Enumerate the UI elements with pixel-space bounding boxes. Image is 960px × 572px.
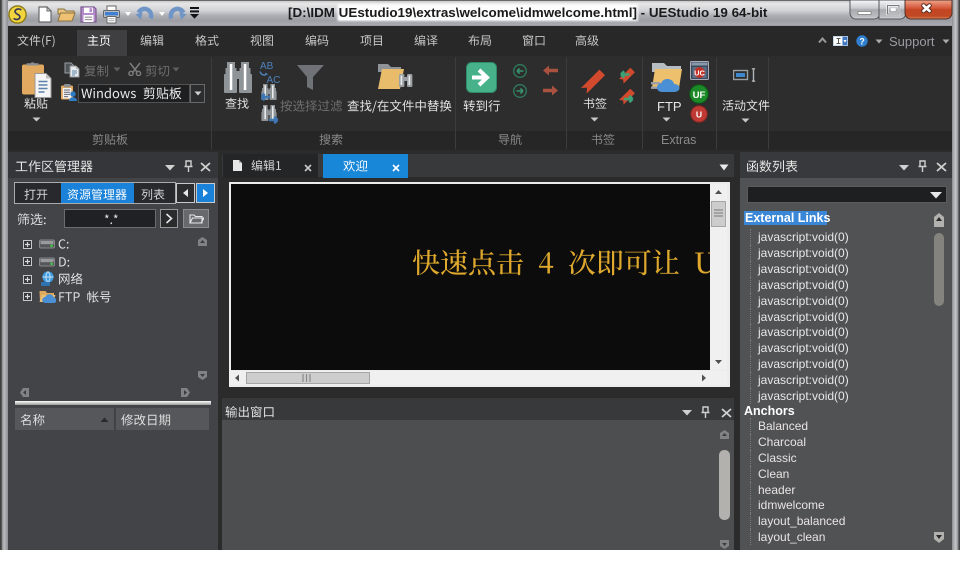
svg-text:AB: AB <box>260 61 274 72</box>
svg-text:UC: UC <box>694 68 705 77</box>
svg-text:U: U <box>696 110 702 120</box>
svg-text:?: ? <box>859 36 864 46</box>
svg-text:UF: UF <box>693 90 706 101</box>
